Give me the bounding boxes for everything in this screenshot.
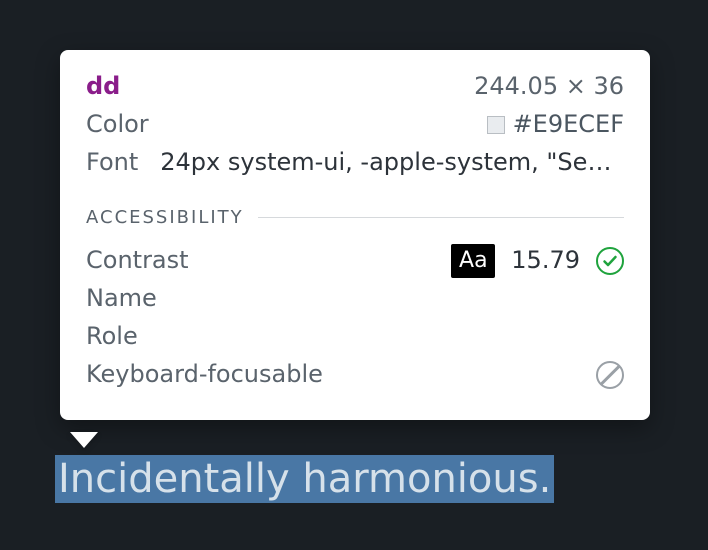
color-swatch-icon [487,116,505,134]
contrast-sample-chip: Aa [451,244,495,278]
section-rule [258,217,624,218]
inspected-element-text[interactable]: Incidentally harmonious. [55,455,554,503]
font-label: Font [86,144,138,181]
check-circle-icon [596,247,624,275]
element-tag-name: dd [86,68,120,105]
contrast-ratio: 15.79 [511,242,580,279]
name-row: Name [86,280,624,318]
color-label: Color [86,106,149,143]
tooltip-arrow-icon [70,432,98,448]
element-dimensions: 244.05 × 36 [474,68,624,105]
accessibility-section-header: ACCESSIBILITY [86,204,624,232]
font-value: 24px system-ui, -apple-system, "Segoe… [160,144,624,181]
acc-name-label: Name [86,280,157,317]
contrast-label: Contrast [86,242,189,279]
tag-dimensions-row: dd 244.05 × 36 [86,68,624,106]
element-inspector-tooltip: dd 244.05 × 36 Color #E9ECEF Font 24px s… [60,50,650,420]
keyboard-focusable-label: Keyboard-focusable [86,356,323,393]
color-value-wrap: #E9ECEF [487,106,624,143]
ban-icon [596,361,624,389]
font-row: Font 24px system-ui, -apple-system, "Seg… [86,144,624,182]
contrast-row: Contrast Aa 15.79 [86,242,624,280]
section-title: ACCESSIBILITY [86,204,244,232]
acc-role-label: Role [86,318,138,355]
keyboard-focusable-row: Keyboard-focusable [86,356,624,394]
color-hex: #E9ECEF [513,106,624,143]
role-row: Role [86,318,624,356]
color-row: Color #E9ECEF [86,106,624,144]
